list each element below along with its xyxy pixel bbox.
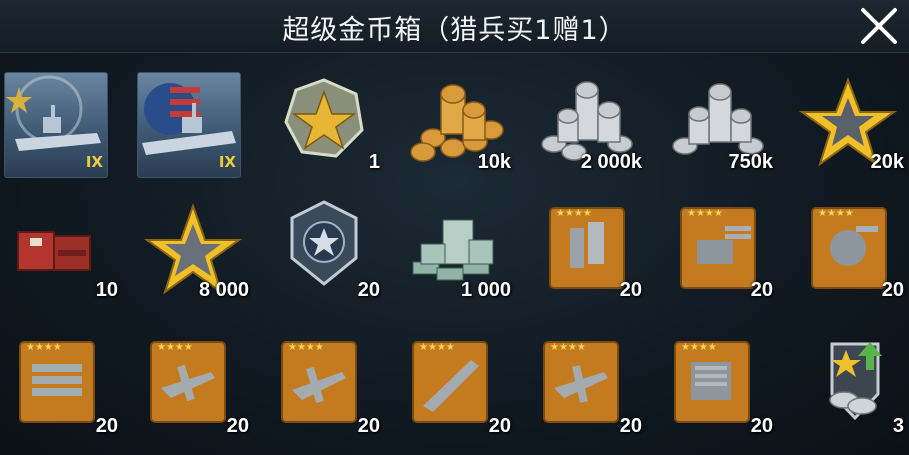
page-title: 超级金币箱（猎兵买1赠1） — [282, 15, 627, 46]
item-count: 2 000k — [580, 151, 642, 173]
item-count: 10 — [95, 279, 118, 301]
item-count: 20 — [357, 415, 380, 437]
reward-item[interactable]: ★★★★ 20 — [524, 328, 648, 446]
reward-item[interactable]: ★★★★ 20 — [131, 328, 255, 446]
item-count: 20 — [95, 415, 118, 437]
item-count: 1 000 — [460, 279, 511, 301]
svg-text:★★★★: ★★★★ — [681, 342, 717, 353]
reward-item[interactable]: 750k — [655, 64, 779, 182]
ship-ix-b-icon: IX — [137, 72, 241, 178]
item-count: 20 — [357, 279, 380, 301]
reward-item[interactable]: 10 — [0, 192, 124, 310]
header-bar: 超级金币箱（猎兵买1赠1） — [0, 0, 909, 53]
svg-text:★★★★: ★★★★ — [419, 342, 455, 353]
reward-item[interactable]: ★★★★ 20 — [655, 328, 779, 446]
reward-item[interactable]: 3 — [786, 328, 909, 446]
item-count: 20 — [881, 279, 904, 301]
reward-item[interactable]: 1 — [262, 64, 386, 182]
item-count: 1 — [368, 151, 380, 173]
item-count: 20 — [750, 415, 773, 437]
svg-text:★★★★: ★★★★ — [550, 342, 586, 353]
reward-item[interactable]: IX — [131, 64, 255, 182]
item-count: 8 000 — [198, 279, 249, 301]
reward-item[interactable]: 2 000k — [524, 64, 648, 182]
reward-item[interactable]: 20 — [262, 192, 386, 310]
reward-item[interactable]: IX — [0, 64, 124, 182]
item-count: 20k — [870, 151, 904, 173]
reward-item[interactable]: ★★★★ 20 — [0, 328, 124, 446]
gold-star-token-icon — [284, 78, 364, 158]
reward-item[interactable]: ★★★★ 20 — [524, 192, 648, 310]
reward-item[interactable]: 20k — [786, 64, 909, 182]
reward-item[interactable]: 1 000 — [393, 192, 517, 310]
reward-item[interactable]: ★★★★ 20 — [393, 328, 517, 446]
reward-item[interactable]: ★★★★ 20 — [655, 192, 779, 310]
item-count: 20 — [619, 279, 642, 301]
ship-tier-label: IX — [218, 153, 236, 171]
item-count: 750k — [728, 151, 774, 173]
svg-text:★★★★: ★★★★ — [687, 208, 723, 219]
item-count: 20 — [488, 415, 511, 437]
item-count: 20 — [750, 279, 773, 301]
svg-text:★★★★: ★★★★ — [26, 342, 62, 353]
ship-ix-a-icon: IX — [4, 72, 108, 178]
svg-text:★★★★: ★★★★ — [818, 208, 854, 219]
item-count: 20 — [226, 415, 249, 437]
ship-tier-label: IX — [85, 153, 103, 171]
svg-text:★★★★: ★★★★ — [556, 208, 592, 219]
item-count: 10k — [477, 151, 511, 173]
item-count: 3 — [892, 415, 904, 437]
reward-item[interactable]: ★★★★ 20 — [786, 192, 909, 310]
svg-text:★★★★: ★★★★ — [288, 342, 324, 353]
svg-text:★★★★: ★★★★ — [157, 342, 193, 353]
reward-item[interactable]: 8 000 — [131, 192, 255, 310]
item-count: 20 — [619, 415, 642, 437]
close-icon[interactable] — [857, 4, 901, 48]
reward-item[interactable]: 10k — [393, 64, 517, 182]
upgrade-badge-icon — [829, 342, 882, 421]
reward-grid: IX IX 1 10k 2 000k 750k 20k 10 8 000 20 … — [0, 64, 909, 455]
reward-item[interactable]: ★★★★ 20 — [262, 328, 386, 446]
